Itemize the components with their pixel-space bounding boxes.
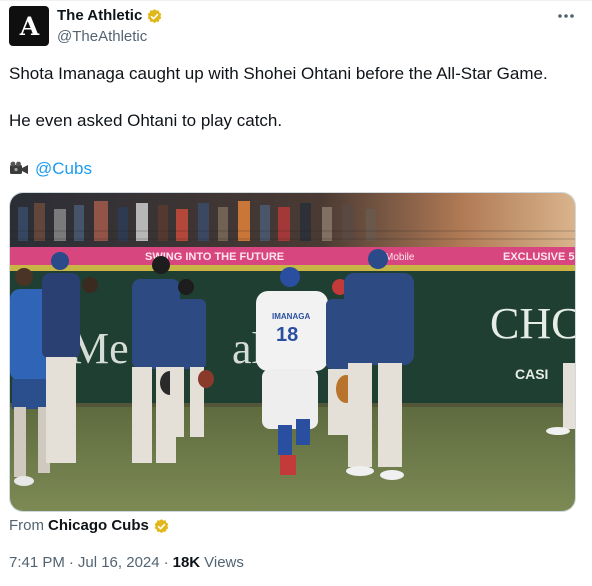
ribbon-banner	[10, 247, 575, 265]
wall-ad-text-small: CASI	[515, 366, 548, 382]
tweet-text-line-1: Shota Imanaga caught up with Shohei Ohta…	[9, 64, 548, 83]
tweet-time[interactable]: 7:41 PM	[9, 554, 65, 572]
meta-separator: ·	[68, 554, 74, 571]
author-name-row[interactable]: The Athletic	[57, 7, 163, 25]
cubs-mention-link[interactable]: @Cubs	[35, 158, 92, 180]
avatar[interactable]: A	[9, 6, 49, 46]
tweet-date[interactable]: Jul 16, 2024	[78, 554, 160, 572]
mention-row: @Cubs	[9, 158, 92, 180]
from-label: From	[9, 517, 44, 534]
views-label: Views	[204, 554, 244, 571]
more-options-icon[interactable]	[555, 6, 577, 26]
source-account-link[interactable]: Chicago Cubs	[48, 517, 149, 535]
top-divider	[0, 0, 592, 1]
tweet-text-line-2: He even asked Ohtani to play catch.	[9, 111, 283, 130]
video-camera-icon	[10, 161, 28, 174]
source-verified-badge-icon	[154, 518, 169, 533]
author-display-name[interactable]: The Athletic	[57, 7, 142, 25]
media-source-attribution: From Chicago Cubs	[9, 517, 170, 535]
views-count: 18K	[172, 554, 201, 571]
video-frame: SWING INTO THE FUTURE Mobile EXCLUSIVE 5…	[10, 193, 575, 511]
wall-ad-text-right: CHC	[490, 299, 575, 348]
jersey-number: 18	[276, 324, 298, 346]
tweet-media-video[interactable]: SWING INTO THE FUTURE Mobile EXCLUSIVE 5…	[9, 192, 576, 512]
meta-separator: ·	[163, 554, 169, 571]
tweet-meta-row: 7:41 PM · Jul 16, 2024 · 18K Views	[9, 554, 244, 572]
banner-text-right: EXCLUSIVE 5	[503, 251, 575, 263]
jersey-name: IMANAGA	[272, 312, 310, 321]
author-handle[interactable]: @TheAthletic	[57, 28, 147, 46]
banner-text-mid: Mobile	[385, 252, 415, 263]
verified-badge-icon	[147, 8, 162, 23]
avatar-logo-letter: A	[19, 11, 39, 41]
